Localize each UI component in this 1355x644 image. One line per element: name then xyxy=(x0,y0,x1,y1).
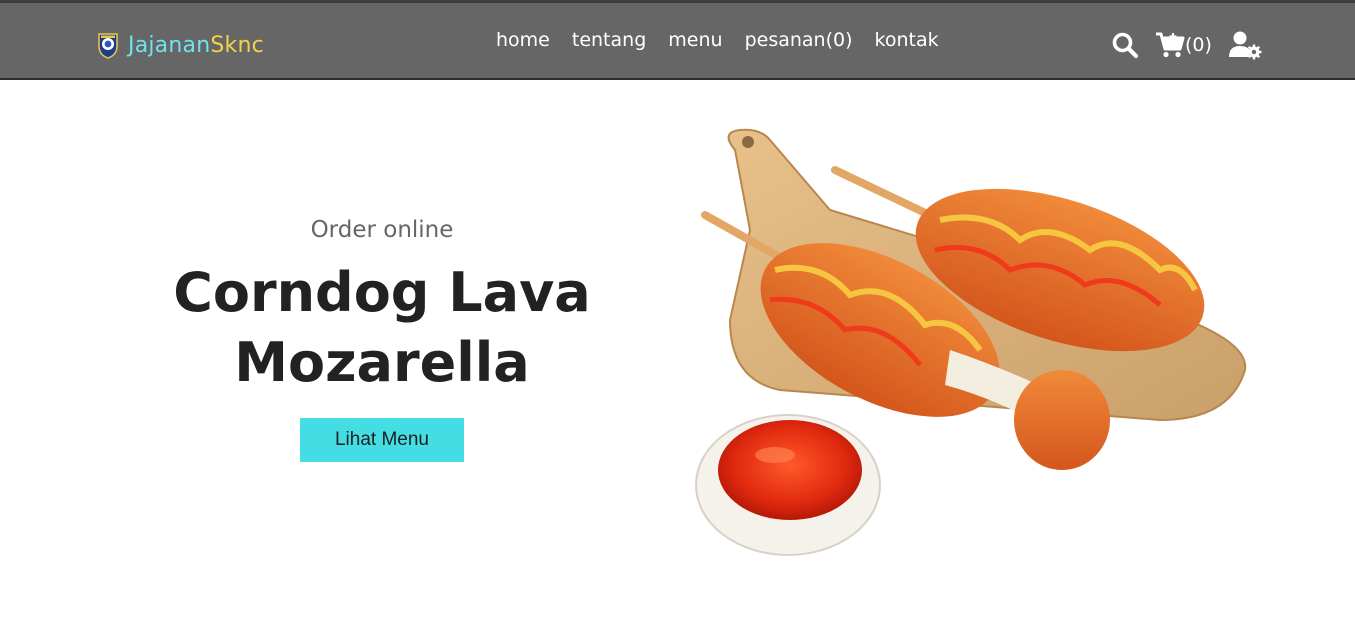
nav-home[interactable]: home xyxy=(496,29,550,51)
shopping-cart-icon xyxy=(1156,32,1185,58)
hero-title-line2: Mozarella xyxy=(234,331,530,394)
header-tools: (0) xyxy=(1111,27,1262,63)
nav-kontak[interactable]: kontak xyxy=(875,29,939,51)
brand-name-part1: Jajanan xyxy=(128,32,211,58)
top-navbar: JajananSknc home tentang menu pesanan(0)… xyxy=(0,0,1355,80)
corndog-hero-image xyxy=(695,128,1247,556)
brand-logo[interactable]: JajananSknc xyxy=(96,25,264,65)
nav-menu[interactable]: menu xyxy=(668,29,722,51)
nav-tentang[interactable]: tentang xyxy=(572,29,646,51)
search-icon[interactable] xyxy=(1111,31,1139,59)
brand-name-part2: Sknc xyxy=(210,32,264,58)
brand-name: JajananSknc xyxy=(128,33,264,58)
hero-title: Corndog Lava Mozarella xyxy=(140,258,624,398)
hero-title-line1: Corndog Lava xyxy=(173,261,591,324)
hero-section: Order online Corndog Lava Mozarella Liha… xyxy=(140,214,624,462)
nav-pesanan[interactable]: pesanan(0) xyxy=(745,29,853,51)
main-nav: home tentang menu pesanan(0) kontak xyxy=(496,29,939,51)
cart-button[interactable]: (0) xyxy=(1155,31,1212,59)
cart-count: (0) xyxy=(1185,34,1212,56)
user-settings-icon[interactable] xyxy=(1228,30,1262,60)
school-logo-icon xyxy=(98,33,118,59)
view-menu-button[interactable]: Lihat Menu xyxy=(300,418,464,462)
hero-subtitle: Order online xyxy=(310,217,454,243)
